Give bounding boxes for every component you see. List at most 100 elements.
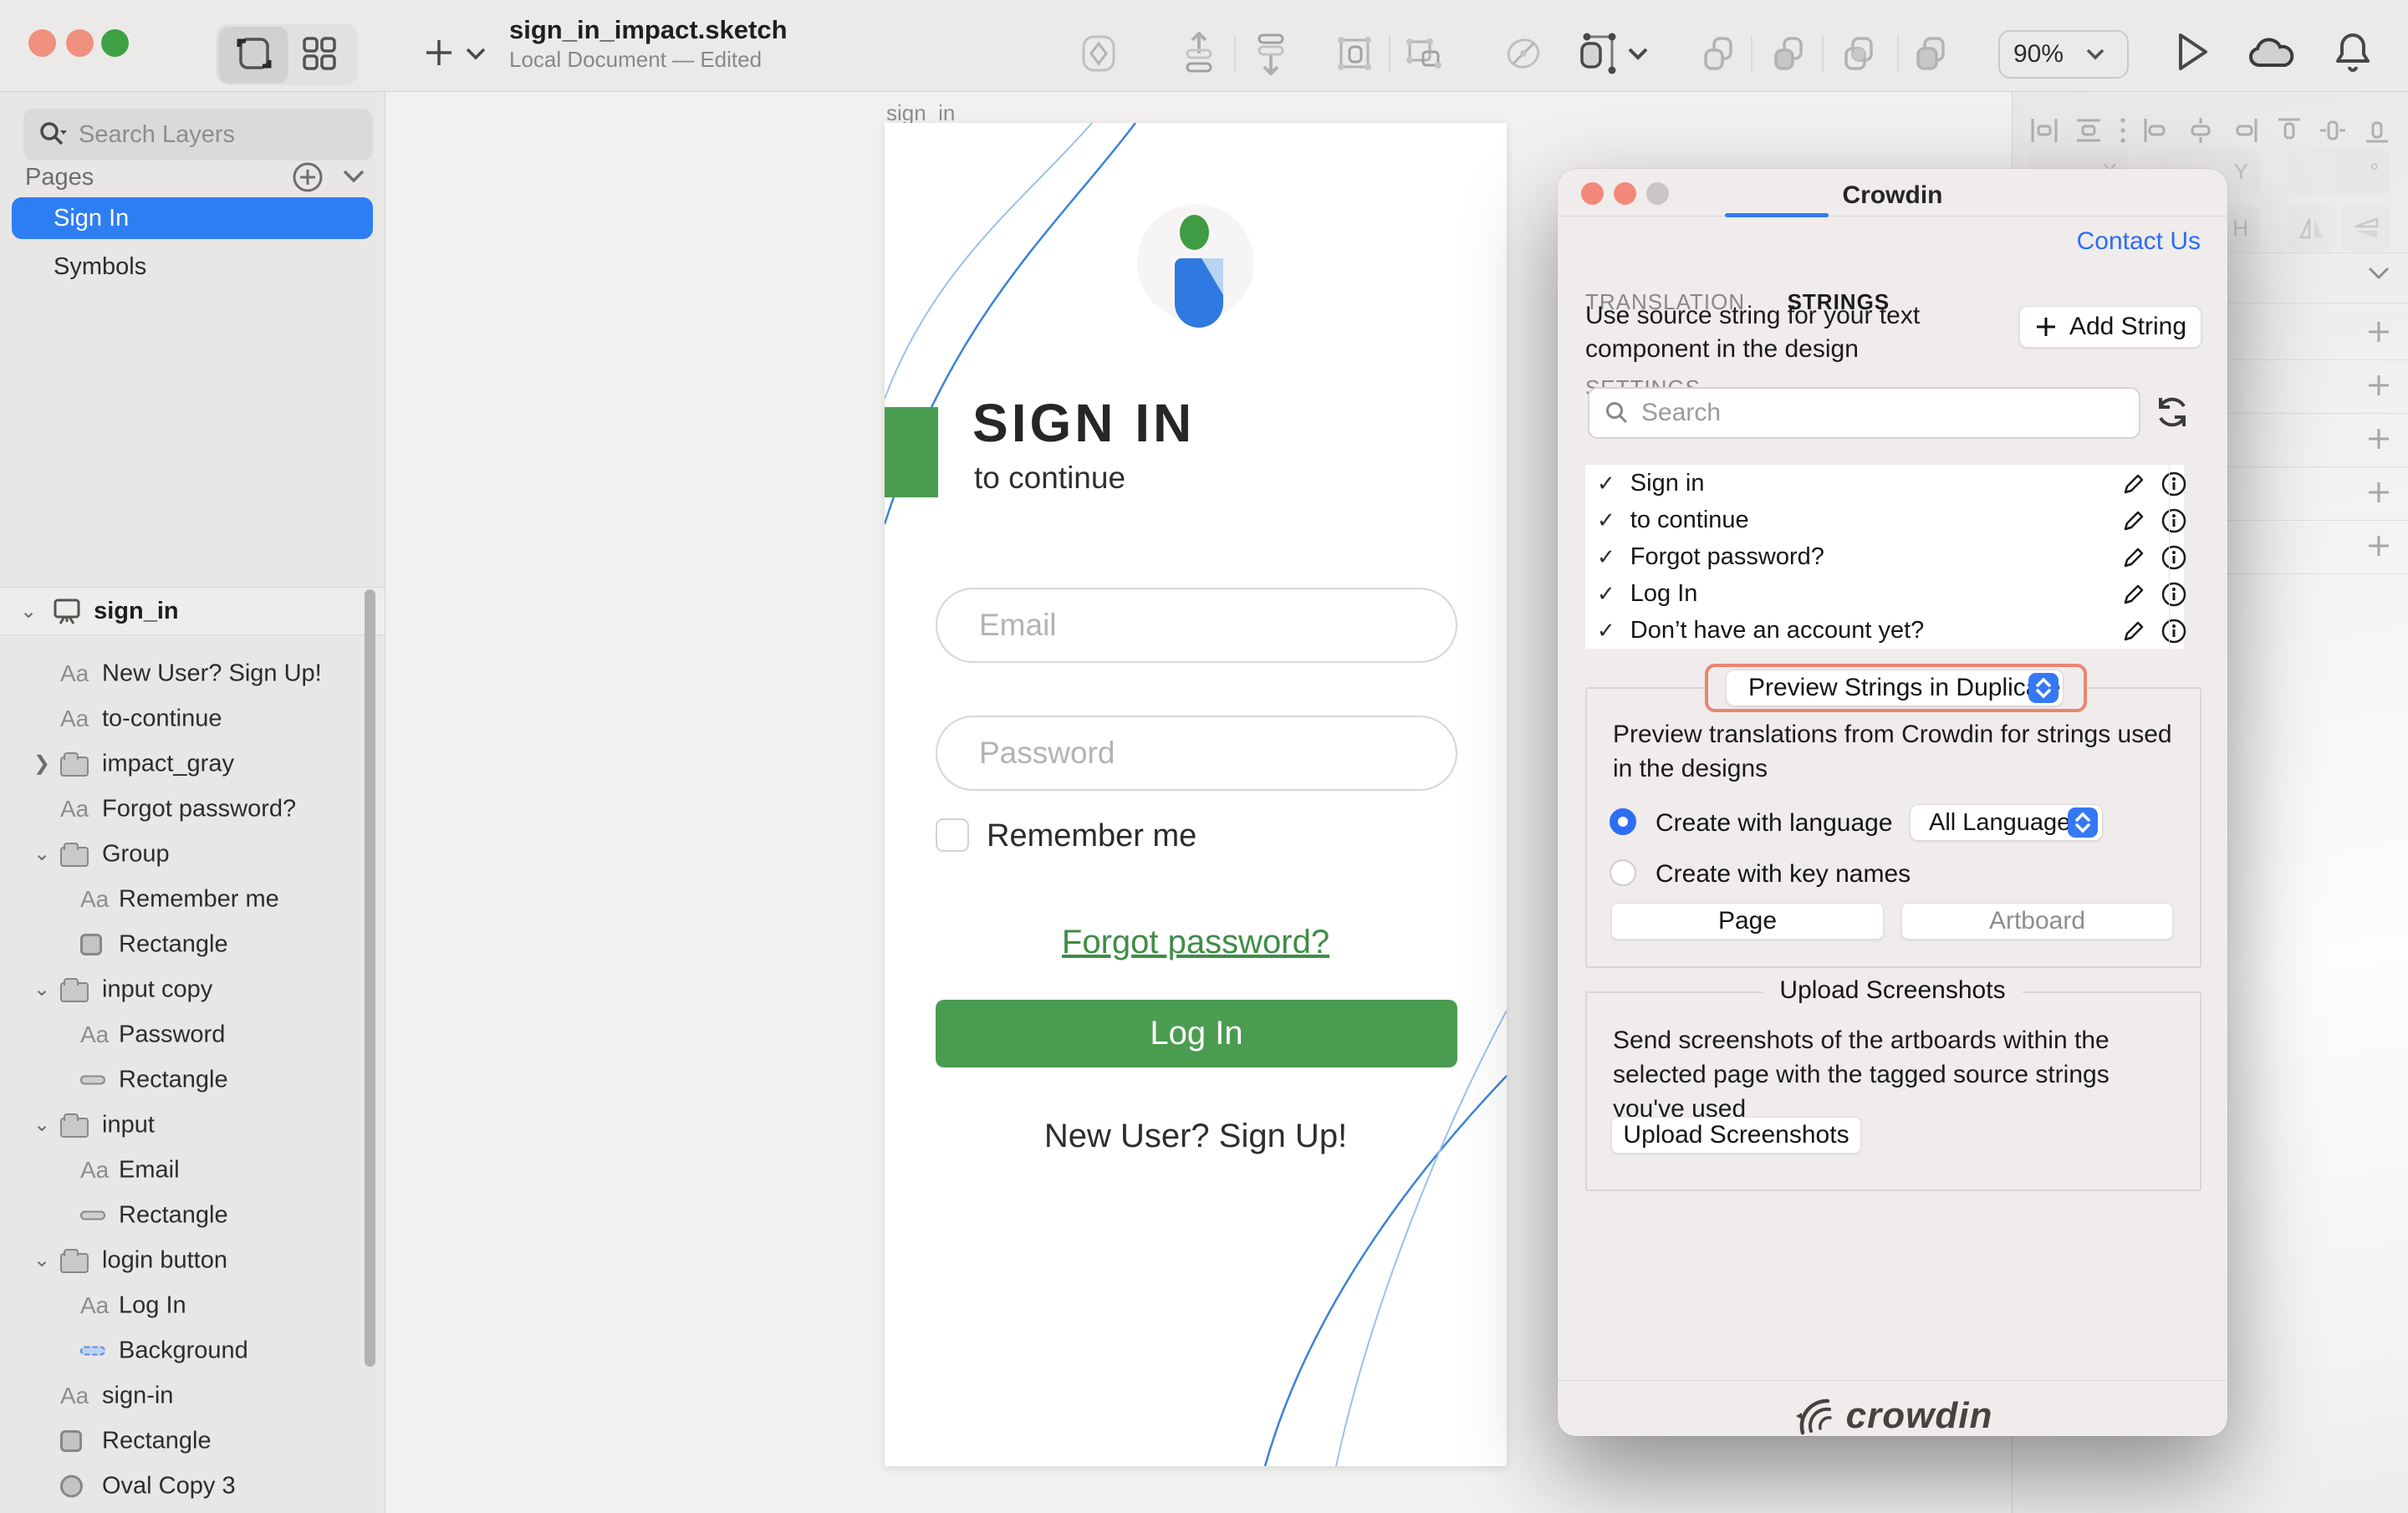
align-right-icon[interactable]	[2230, 115, 2260, 145]
create-with-key-radio[interactable]	[1610, 859, 1636, 886]
signin-artboard[interactable]: SIGN IN to continue Email Password Remem…	[885, 123, 1507, 1466]
language-dropdown[interactable]: All Languages	[1910, 804, 2103, 841]
boolean-intersect-button[interactable]	[1839, 33, 1878, 74]
string-info-button[interactable]	[2161, 507, 2187, 534]
section-collapse-chevron[interactable]	[2366, 266, 2391, 283]
boolean-union-button[interactable]	[1699, 33, 1737, 74]
layer-row[interactable]: Forgot password?	[0, 787, 385, 832]
resize-constraints-button[interactable]	[1575, 32, 1619, 75]
layer-row[interactable]: ⌄ input	[0, 1103, 385, 1148]
add-style-button[interactable]	[2366, 426, 2391, 451]
layer-chevron[interactable]: ❯	[33, 751, 50, 776]
string-row[interactable]: ✓ Sign in	[1585, 465, 2184, 502]
layer-row[interactable]: Rectangle	[0, 922, 385, 967]
layer-row[interactable]: sign-in	[0, 1373, 385, 1419]
preview-play-button[interactable]	[2174, 30, 2211, 74]
string-row[interactable]: ✓ Log In	[1585, 575, 2184, 612]
refresh-strings-button[interactable]	[2153, 393, 2191, 431]
align-center-horizontal-icon[interactable]	[2186, 115, 2216, 145]
page-button[interactable]: Page	[1611, 903, 1884, 940]
layer-row[interactable]: ❯ impact_gray	[0, 741, 385, 787]
signup-text[interactable]: New User? Sign Up!	[885, 1118, 1507, 1155]
zoom-level-dropdown[interactable]: 90%	[1998, 30, 2129, 79]
insert-menu-chevron[interactable]	[465, 47, 487, 62]
layer-row[interactable]: to-continue	[0, 696, 385, 741]
collapse-pages-chevron[interactable]	[341, 169, 366, 186]
add-style-button[interactable]	[2366, 319, 2391, 344]
layer-row[interactable]: ⌄ Group	[0, 832, 385, 877]
layer-row[interactable]: Password	[0, 1012, 385, 1057]
search-layers-field[interactable]	[23, 109, 373, 160]
edit-string-button[interactable]	[2120, 544, 2147, 571]
insert-shape-button[interactable]	[1079, 33, 1119, 74]
edit-string-button[interactable]	[2120, 581, 2147, 608]
layer-row[interactable]: ⌄ input copy	[0, 967, 385, 1012]
string-info-button[interactable]	[2161, 581, 2187, 608]
distribute-horizontal-icon[interactable]	[2029, 115, 2059, 145]
layer-row[interactable]: New User? Sign Up!	[0, 651, 385, 696]
layer-chevron[interactable]: ⌄	[33, 842, 50, 866]
layer-row[interactable]: Log In	[0, 1283, 385, 1328]
close-window-button[interactable]	[28, 29, 56, 57]
string-row[interactable]: ✓ to continue	[1585, 502, 2184, 538]
align-middle-vertical-icon[interactable]	[2318, 115, 2348, 145]
boolean-difference-button[interactable]	[1911, 33, 1950, 74]
strings-search-input[interactable]	[1641, 399, 2093, 427]
password-field[interactable]: Password	[936, 716, 1457, 791]
cloud-sync-button[interactable]	[2247, 37, 2296, 70]
scale-button[interactable]	[1503, 33, 1543, 74]
insert-button[interactable]	[423, 37, 455, 69]
align-top-icon[interactable]	[2274, 115, 2304, 145]
zoom-window-button[interactable]	[101, 29, 129, 57]
add-style-button[interactable]	[2366, 533, 2391, 558]
layer-row[interactable]: Oval Copy 3	[0, 1464, 385, 1509]
more-options-icon[interactable]	[2118, 115, 2128, 145]
upload-screenshots-button[interactable]: Upload Screenshots	[1611, 1117, 1861, 1154]
layer-chevron[interactable]: ⌄	[33, 1248, 50, 1272]
align-bottom-icon[interactable]	[2362, 115, 2392, 145]
create-with-language-radio[interactable]	[1610, 808, 1636, 835]
add-style-button[interactable]	[2366, 373, 2391, 398]
string-info-button[interactable]	[2161, 618, 2187, 644]
resize-menu-chevron[interactable]	[1627, 47, 1649, 62]
contact-us-link[interactable]: Contact Us	[2077, 227, 2201, 256]
toggle-grid-view-button[interactable]	[301, 35, 338, 72]
distribute-vertical-icon[interactable]	[2074, 115, 2104, 145]
edit-string-button[interactable]	[2120, 618, 2147, 644]
string-row[interactable]: ✓ Forgot password?	[1585, 538, 2184, 575]
forgot-password-link[interactable]: Forgot password?	[885, 924, 1507, 961]
edit-string-button[interactable]	[2120, 507, 2147, 534]
add-page-button[interactable]	[291, 160, 324, 194]
artboard-button[interactable]: Artboard	[1901, 903, 2173, 940]
flip-horizontal-button[interactable]	[2288, 205, 2336, 252]
bring-forward-button[interactable]	[1181, 32, 1217, 75]
artboard-layer-row[interactable]: ⌄ sign_in	[0, 587, 385, 635]
layer-row[interactable]: Rectangle	[0, 1193, 385, 1238]
layer-chevron[interactable]: ⌄	[33, 1113, 50, 1137]
string-row[interactable]: ✓ Don’t have an account yet?	[1585, 612, 2184, 649]
string-info-button[interactable]	[2161, 544, 2187, 571]
boolean-subtract-button[interactable]	[1769, 33, 1808, 74]
remember-me-checkbox[interactable]	[936, 818, 969, 852]
page-item[interactable]: Symbols	[12, 246, 373, 288]
layer-row[interactable]: Background	[0, 1328, 385, 1373]
add-style-button[interactable]	[2366, 480, 2391, 505]
sidebar-scrollbar[interactable]	[365, 589, 375, 1367]
group-button[interactable]	[1334, 33, 1375, 74]
login-button[interactable]: Log In	[936, 1000, 1457, 1067]
layer-row[interactable]: ⌄ login button	[0, 1238, 385, 1283]
send-backward-button[interactable]	[1252, 32, 1289, 75]
layer-row[interactable]: Remember me	[0, 877, 385, 922]
layer-row[interactable]: Rectangle	[0, 1419, 385, 1464]
search-layers-input[interactable]	[79, 121, 329, 149]
layer-row[interactable]: Rectangle	[0, 1057, 385, 1103]
layer-row[interactable]: Email	[0, 1148, 385, 1193]
ungroup-button[interactable]	[1405, 33, 1445, 74]
notifications-button[interactable]	[2333, 30, 2373, 77]
align-left-icon[interactable]	[2141, 115, 2171, 145]
edit-string-button[interactable]	[2120, 471, 2147, 497]
add-string-button[interactable]: Add String	[2019, 306, 2201, 348]
strings-search-field[interactable]	[1588, 387, 2140, 439]
minimize-window-button[interactable]	[66, 29, 94, 57]
page-item[interactable]: Sign In	[12, 197, 373, 239]
